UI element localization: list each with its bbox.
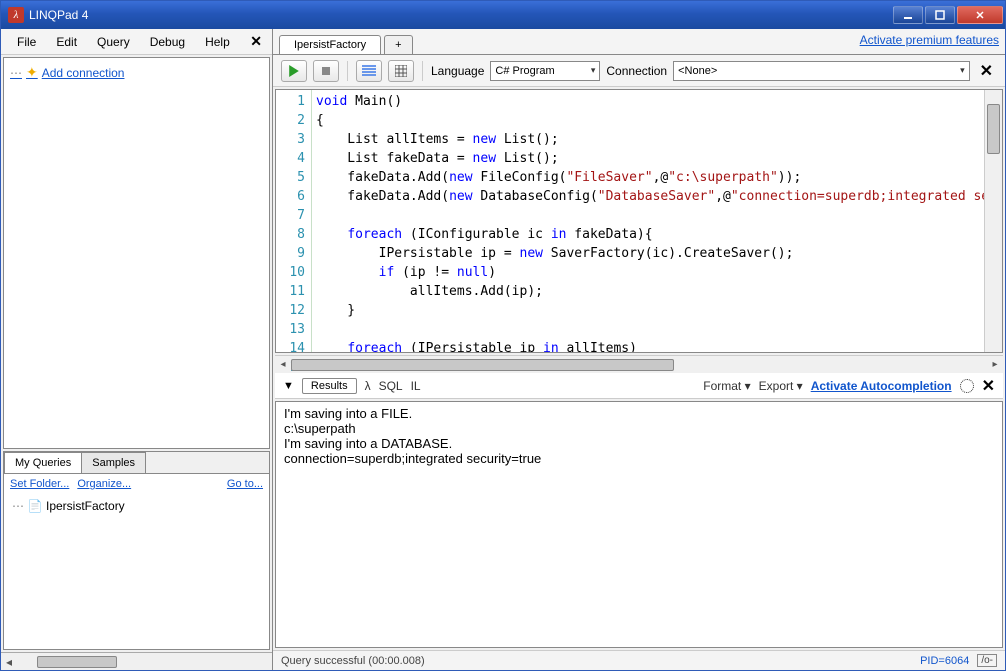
set-folder-link[interactable]: Set Folder... [10,478,69,490]
view-list-button[interactable] [356,60,382,82]
menu-query[interactable]: Query [87,33,140,51]
goto-link[interactable]: Go to... [227,478,263,490]
language-label: Language [431,64,484,78]
editor-hscroll[interactable]: ◂ ▸ [275,355,1003,373]
queries-panel: My Queries Samples Set Folder... Organiz… [3,451,270,650]
stop-button[interactable] [313,60,339,82]
status-message: Query successful (00:00.008) [281,655,425,667]
query-tree-item[interactable]: ⋯ 📄 IpersistFactory [12,498,261,514]
editor-vscroll[interactable] [984,90,1002,352]
tab-il[interactable]: IL [411,379,421,393]
scrollbar-thumb[interactable] [987,104,1000,154]
scrollbar-thumb[interactable] [37,656,117,668]
status-pid: PID=6064 [920,655,969,667]
menu-debug[interactable]: Debug [140,33,195,51]
new-tab-button[interactable]: + [384,35,412,54]
star-icon: ✦ [26,64,38,81]
connection-label: Connection [606,64,667,78]
code-editor[interactable]: 123456789101112131415 void Main() { List… [275,89,1003,353]
tab-results[interactable]: Results [302,378,357,394]
organize-link[interactable]: Organize... [77,478,131,490]
code-area[interactable]: void Main() { List allItems = new List()… [312,90,984,352]
scrollbar-thumb[interactable] [291,359,674,371]
tree-line: ⋯ [10,66,22,80]
query-item-label: IpersistFactory [46,499,125,513]
tab-sql[interactable]: SQL [379,379,403,393]
language-select[interactable]: C# Program [490,61,600,81]
document-tab[interactable]: IpersistFactory [279,35,381,54]
spinner-icon [960,379,974,393]
view-grid-button[interactable] [388,60,414,82]
menu-help[interactable]: Help [195,33,240,51]
add-connection-link[interactable]: ⋯ ✦ Add connection [10,64,263,81]
tab-samples[interactable]: Samples [81,452,146,473]
premium-link[interactable]: Activate premium features [860,33,999,50]
close-button[interactable] [957,6,1003,24]
minimize-button[interactable] [893,6,923,24]
output-panel[interactable]: I'm saving into a FILE. c:\superpath I'm… [275,401,1003,648]
scroll-right-icon[interactable]: ▸ [987,359,1003,370]
file-icon: 📄 [28,499,42,513]
left-scrollbar[interactable]: ◂ [1,652,272,670]
export-menu[interactable]: Export ▾ [759,379,803,393]
add-connection-label: Add connection [42,66,125,80]
tab-my-queries[interactable]: My Queries [4,452,82,473]
run-button[interactable] [281,60,307,82]
menu-edit[interactable]: Edit [46,33,87,51]
tree-line: ⋯ [12,499,24,513]
resize-grip[interactable]: /o- [977,654,997,667]
connection-select[interactable]: <None> [673,61,969,81]
connections-panel: ⋯ ✦ Add connection [3,57,270,449]
maximize-button[interactable] [925,6,955,24]
tab-lambda[interactable]: λ [365,379,371,393]
window-title: LINQPad 4 [29,8,893,22]
results-dropdown-icon[interactable]: ▼ [283,380,294,392]
menu-file[interactable]: File [7,33,46,51]
menubar: File Edit Query Debug Help ✕ [1,29,272,55]
scroll-left-icon[interactable]: ◂ [1,655,17,669]
titlebar[interactable]: λ LINQPad 4 [1,1,1005,29]
panel-close-icon[interactable]: ✕ [246,33,266,50]
line-gutter: 123456789101112131415 [276,90,312,352]
autocomplete-link[interactable]: Activate Autocompletion [811,379,952,393]
format-menu[interactable]: Format ▾ [703,379,750,393]
editor-close-icon[interactable]: ✕ [976,61,997,81]
results-close-icon[interactable]: ✕ [982,376,995,396]
app-icon: λ [8,7,24,23]
